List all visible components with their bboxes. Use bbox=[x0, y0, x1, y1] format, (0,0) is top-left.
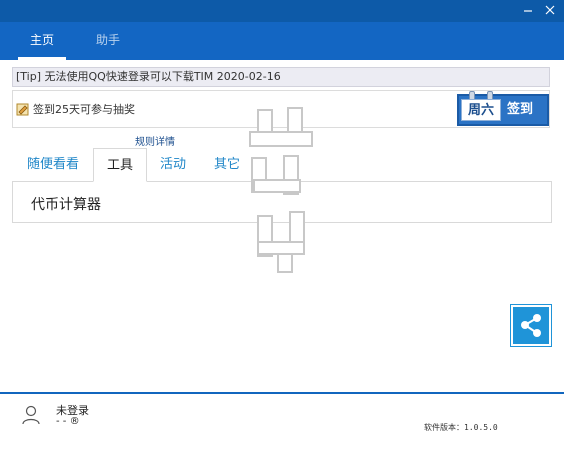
share-icon bbox=[521, 314, 541, 337]
tab-tools[interactable]: 工具 bbox=[93, 148, 147, 182]
user-icon[interactable] bbox=[22, 405, 40, 425]
tab-browse[interactable]: 随便看看 bbox=[18, 148, 88, 182]
signin-icon bbox=[16, 102, 30, 116]
weekday-label: 周六 bbox=[461, 99, 501, 121]
signin-button[interactable]: 周六 签到 bbox=[457, 91, 549, 126]
rules-link[interactable]: 规则详情 bbox=[135, 133, 175, 148]
signin-reward-text: 签到25天可参与抽奖 bbox=[33, 103, 135, 116]
share-button[interactable] bbox=[511, 305, 551, 346]
signin-button-label: 签到 bbox=[507, 102, 534, 117]
title-bar bbox=[0, 0, 564, 22]
tab-assistant[interactable]: 助手 bbox=[86, 22, 130, 60]
watermark-graphic bbox=[249, 107, 313, 273]
main-navigation: 主页 助手 bbox=[0, 22, 564, 60]
tab-home[interactable]: 主页 bbox=[18, 22, 66, 60]
tab-activities[interactable]: 活动 bbox=[152, 148, 194, 182]
minimize-icon[interactable] bbox=[518, 0, 540, 22]
token-calculator-link[interactable]: 代币计算器 bbox=[31, 194, 101, 214]
user-subtitle: - - ® bbox=[56, 416, 80, 427]
close-icon[interactable] bbox=[540, 0, 562, 22]
tip-banner: [Tip] 无法使用QQ快速登录可以下载TIM 2020-02-16 bbox=[12, 67, 550, 87]
version-label: 软件版本：1.0.5.0 bbox=[424, 423, 498, 432]
